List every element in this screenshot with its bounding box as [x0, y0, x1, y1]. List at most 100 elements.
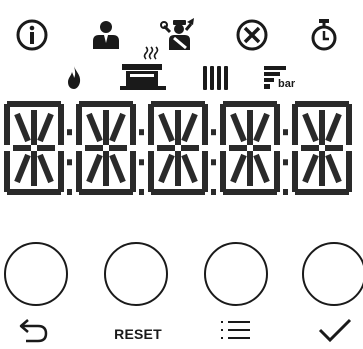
segment-i [319, 110, 325, 145]
segment-display-svg [4, 101, 352, 195]
segment-d [79, 189, 133, 195]
segment-g2 [109, 145, 127, 151]
checkmark-icon [317, 316, 353, 344]
segment-m [230, 153, 247, 184]
segment-g2 [181, 145, 199, 151]
segment-f [76, 104, 82, 145]
segment-m [14, 153, 31, 184]
segment-g1 [85, 145, 103, 151]
segment-g1 [157, 145, 175, 151]
segment-k [181, 153, 198, 184]
segment-c [202, 151, 208, 192]
segment-c [274, 151, 280, 192]
timer-icon [304, 16, 344, 54]
segment-a [223, 101, 277, 107]
segment-g1 [13, 145, 31, 151]
segment-a [7, 101, 61, 107]
segment-a [79, 101, 133, 107]
hot-water-tank-icon [118, 44, 168, 92]
segment-k [325, 153, 342, 184]
segment-g2 [253, 145, 271, 151]
radiator-icon [201, 64, 231, 92]
reset-label: RESET [114, 326, 162, 342]
segment-d [7, 189, 61, 195]
flame-icon [64, 64, 84, 90]
segment-i [175, 110, 181, 145]
segment-k [37, 153, 54, 184]
segment-j [253, 112, 270, 143]
segment-dp [283, 189, 288, 195]
segment-colon-upper [283, 129, 288, 136]
segment-f [4, 104, 10, 145]
segment-l [247, 151, 253, 186]
segment-c [130, 151, 136, 192]
segment-b [130, 104, 136, 145]
fault-cross-icon [232, 16, 272, 54]
segment-e [4, 151, 10, 192]
segment-f [148, 104, 154, 145]
segment-b [202, 104, 208, 145]
segment-a [295, 101, 349, 107]
segment-colon-upper [139, 129, 144, 136]
segment-f [220, 104, 226, 145]
confirm-button[interactable] [302, 242, 363, 306]
segment-j [37, 112, 54, 143]
segment-m [158, 153, 175, 184]
segment-e [292, 151, 298, 192]
segment-dp [67, 189, 72, 195]
reset-button[interactable] [104, 242, 168, 306]
segment-l [175, 151, 181, 186]
segment-k [253, 153, 270, 184]
segment-d [151, 189, 205, 195]
segment-display [2, 98, 363, 198]
segment-g1 [229, 145, 247, 151]
segment-i [31, 110, 37, 145]
segment-h [302, 112, 319, 143]
segment-dp [211, 189, 216, 195]
segment-g1 [301, 145, 319, 151]
segment-b [274, 104, 280, 145]
segment-a [151, 101, 205, 107]
segment-h [230, 112, 247, 143]
segment-j [181, 112, 198, 143]
segment-m [302, 153, 319, 184]
segment-colon-lower [67, 159, 72, 166]
segment-colon-upper [211, 129, 216, 136]
segment-b [58, 104, 64, 145]
segment-j [109, 112, 126, 143]
segment-h [14, 112, 31, 143]
segment-e [76, 151, 82, 192]
segment-colon-lower [211, 159, 216, 166]
pressure-bar-icon: bar [262, 64, 308, 92]
segment-c [58, 151, 64, 192]
menu-list-icon [218, 318, 254, 342]
segment-f [292, 104, 298, 145]
segment-m [86, 153, 103, 184]
segment-b [346, 104, 352, 145]
segment-colon-lower [283, 159, 288, 166]
back-button[interactable] [4, 242, 68, 306]
segment-k [109, 153, 126, 184]
info-icon [12, 16, 52, 54]
segment-h [158, 112, 175, 143]
segment-c [346, 151, 352, 192]
segment-e [220, 151, 226, 192]
segment-colon-lower [139, 159, 144, 166]
segment-d [223, 189, 277, 195]
pressure-unit-label: bar [278, 78, 296, 90]
segment-colon-upper [67, 129, 72, 136]
back-arrow-icon [18, 316, 50, 344]
segment-l [31, 151, 37, 186]
segment-l [103, 151, 109, 186]
segment-d [295, 189, 349, 195]
segment-g2 [37, 145, 55, 151]
segment-l [319, 151, 325, 186]
segment-dp [139, 189, 144, 195]
segment-g2 [325, 145, 343, 151]
segment-j [325, 112, 342, 143]
menu-button[interactable] [204, 242, 268, 306]
segment-i [247, 110, 253, 145]
segment-e [148, 151, 154, 192]
segment-i [103, 110, 109, 145]
segment-h [86, 112, 103, 143]
